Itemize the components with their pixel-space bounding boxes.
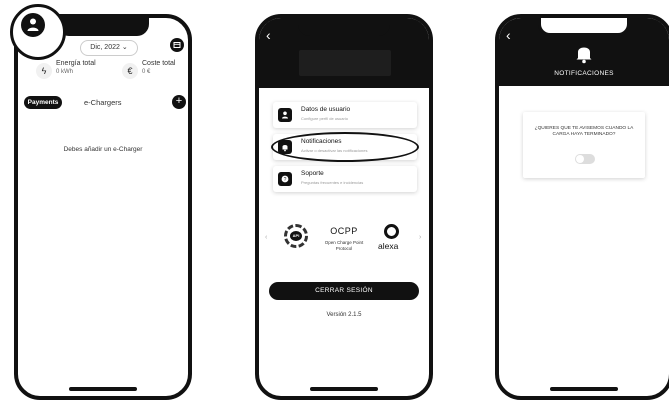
calendar-icon: [173, 42, 181, 48]
calendar-button[interactable]: [170, 38, 184, 52]
menu-item-title: Datos de usuario: [301, 106, 351, 113]
user-icon: [27, 18, 39, 31]
notification-question: ¿QUIERES QUE TE AVISEMOS CUANDO LA CARGA…: [534, 126, 634, 137]
api-label: API: [290, 231, 302, 241]
add-echarger-button[interactable]: +: [172, 95, 186, 109]
phone-dashboard: Dic, 2022 ⌄ ϟ Energía total 0 kWh € Cost…: [14, 14, 192, 400]
notification-setting-card: ¿QUIERES QUE TE AVISEMOS CUANDO LA CARGA…: [523, 112, 645, 178]
energy-total-value: 0 kWh: [56, 69, 74, 75]
menu-item-subtitle: Preguntas frecuentes e incidencias: [301, 180, 364, 185]
profile-avatar-highlight[interactable]: [10, 4, 66, 60]
api-gear-icon: API: [284, 224, 308, 248]
page-title: NOTIFICACIONES: [554, 70, 614, 77]
carousel-next-icon[interactable]: ›: [419, 234, 421, 241]
app-version: Versión 2.1.5: [326, 312, 362, 318]
plus-icon: +: [175, 95, 183, 107]
alexa-label: alexa: [378, 241, 399, 251]
euro-icon: €: [122, 63, 138, 79]
integrations-carousel: ‹ API OCPP Open Charge Point Protocol al…: [259, 218, 429, 268]
cost-total-value: 0 €: [142, 69, 151, 75]
empty-echargers-message: Debes añadir un e-Charger: [63, 146, 143, 153]
phone-notch: [298, 18, 390, 36]
menu-item-subtitle: Configure perfil de usuario: [301, 116, 348, 121]
phone-profile: ‹ Datos de usuario Configure perfil de u…: [255, 14, 433, 400]
echargers-tab[interactable]: e-Chargers: [84, 98, 122, 107]
logout-button[interactable]: CERRAR SESIÓN: [269, 282, 419, 300]
help-icon: ?: [278, 172, 292, 186]
notification-toggle[interactable]: [575, 154, 595, 164]
notifications-highlight-ellipse: [271, 132, 419, 162]
user-icon: [278, 108, 292, 122]
menu-item-user-data[interactable]: Datos de usuario Configure perfil de usu…: [273, 102, 417, 128]
chevron-down-icon: ⌄: [121, 44, 128, 51]
date-selector[interactable]: Dic, 2022 ⌄: [80, 40, 138, 56]
cost-total-label: Coste total: [142, 60, 176, 67]
avatar[interactable]: [21, 13, 45, 37]
menu-item-support[interactable]: ? Soporte Preguntas frecuentes e inciden…: [273, 166, 417, 192]
back-chevron-icon[interactable]: ‹: [506, 28, 511, 42]
back-chevron-icon[interactable]: ‹: [266, 28, 271, 42]
payments-tab[interactable]: Payments: [24, 96, 62, 109]
lightning-icon: ϟ: [36, 63, 52, 79]
home-indicator: [550, 387, 618, 391]
home-indicator: [69, 387, 137, 391]
phone-notch: [538, 18, 630, 36]
menu-item-title: Soporte: [301, 170, 324, 177]
ocpp-subtitle: Open Charge Point Protocol: [324, 240, 364, 251]
phone-notifications: ‹ NOTIFICACIONES ¿QUIERES QUE TE AVISEMO…: [495, 14, 669, 400]
svg-text:?: ?: [284, 177, 287, 183]
date-selector-label: Dic, 2022: [90, 44, 120, 51]
carousel-prev-icon[interactable]: ‹: [265, 234, 267, 241]
phone-notch: [57, 18, 149, 36]
alexa-logo-icon: [384, 224, 399, 239]
home-indicator: [310, 387, 378, 391]
energy-total-label: Energía total: [56, 60, 96, 67]
user-name-placeholder: [299, 50, 391, 76]
bell-icon: [576, 47, 592, 64]
ocpp-title: OCPP: [330, 226, 358, 236]
